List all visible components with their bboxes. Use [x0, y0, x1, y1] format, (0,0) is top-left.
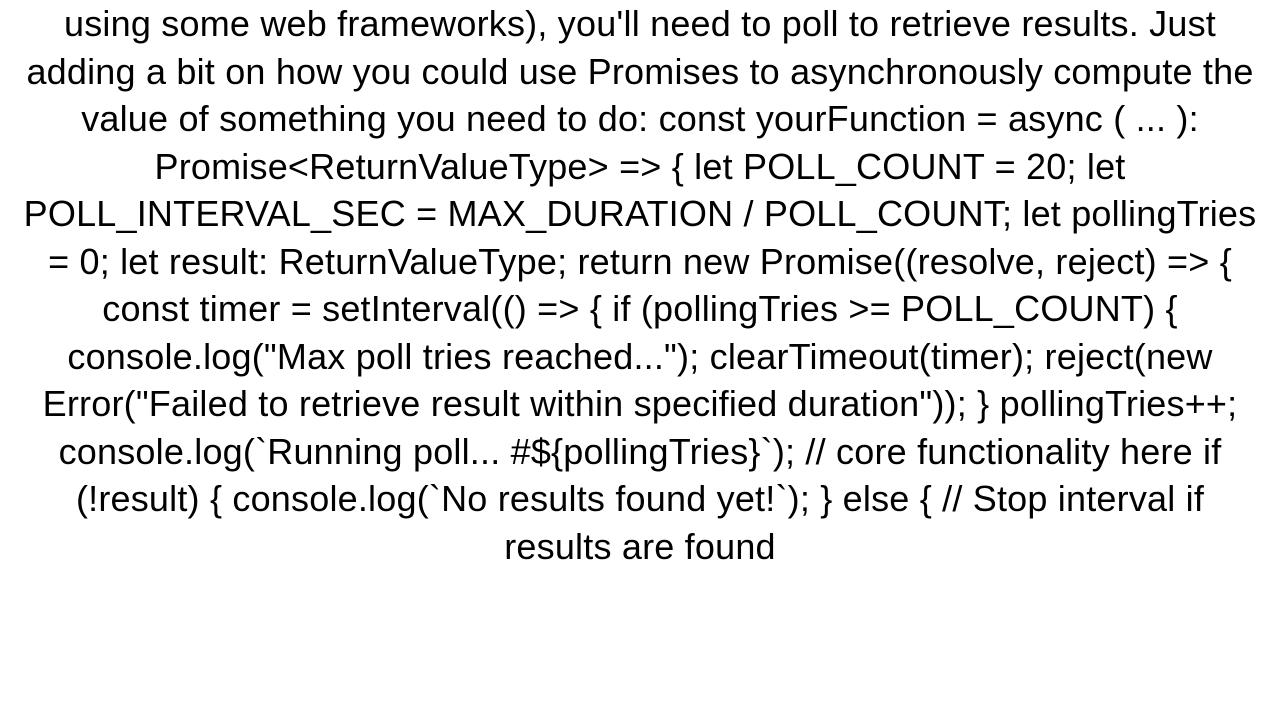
document-body: using some web frameworks), you'll need … — [0, 0, 1280, 570]
body-text: using some web frameworks), you'll need … — [24, 3, 1257, 567]
